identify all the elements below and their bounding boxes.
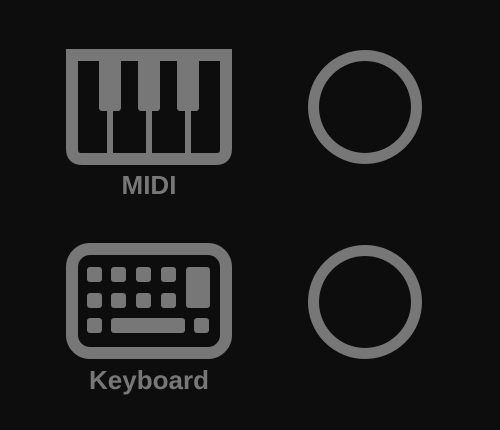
keyboard-label: Keyboard [89, 365, 209, 395]
computer-keyboard-icon [66, 243, 232, 359]
midi-label: MIDI [121, 170, 177, 200]
keyboard-radio-button[interactable] [308, 245, 422, 359]
midi-radio-button[interactable] [308, 50, 422, 164]
piano-keys-icon [66, 49, 232, 165]
